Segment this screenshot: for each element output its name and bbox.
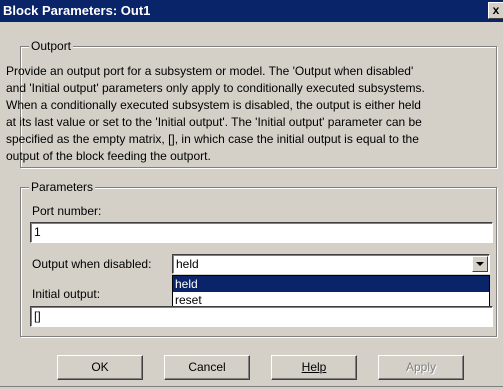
description-line: Provide an output port for a subsystem o… [6, 64, 414, 78]
output-disabled-select[interactable]: held [172, 254, 490, 274]
port-number-label: Port number: [32, 204, 102, 218]
description-line: specified as the empty matrix, [], in wh… [6, 132, 419, 146]
description-line: and 'Initial output' parameters only app… [6, 81, 425, 95]
help-button[interactable]: Help [271, 355, 357, 380]
cancel-button[interactable]: Cancel [164, 355, 250, 380]
description-line: output of the block feeding the outport. [6, 149, 211, 163]
help-button-label: Help [301, 360, 327, 374]
chevron-down-icon[interactable] [472, 256, 488, 272]
outport-description: Provide an output port for a subsystem o… [6, 63, 476, 165]
port-number-field[interactable]: 1 [30, 222, 493, 243]
apply-button[interactable]: Apply [378, 355, 464, 380]
output-disabled-label: Output when disabled: [32, 257, 152, 271]
initial-output-field[interactable]: [] [30, 306, 493, 327]
window-title: Block Parameters: Out1 [3, 3, 151, 18]
output-disabled-value: held [176, 257, 199, 271]
description-line: When a conditionally executed subsystem … [6, 98, 421, 112]
close-button[interactable]: x [488, 2, 503, 19]
bottom-border [0, 386, 503, 387]
description-line: at its last value or set to the 'Initial… [6, 115, 422, 129]
ok-button[interactable]: OK [57, 355, 143, 380]
outport-group: Outport Provide an output port for a sub… [6, 39, 497, 168]
initial-output-label: Initial output: [32, 287, 101, 301]
outport-legend: Outport [29, 39, 74, 53]
title-bar: Block Parameters: Out1 x [0, 0, 503, 22]
dropdown-option-held[interactable]: held [173, 276, 489, 292]
parameters-legend: Parameters [29, 180, 96, 194]
output-disabled-dropdown: held reset [172, 275, 490, 310]
